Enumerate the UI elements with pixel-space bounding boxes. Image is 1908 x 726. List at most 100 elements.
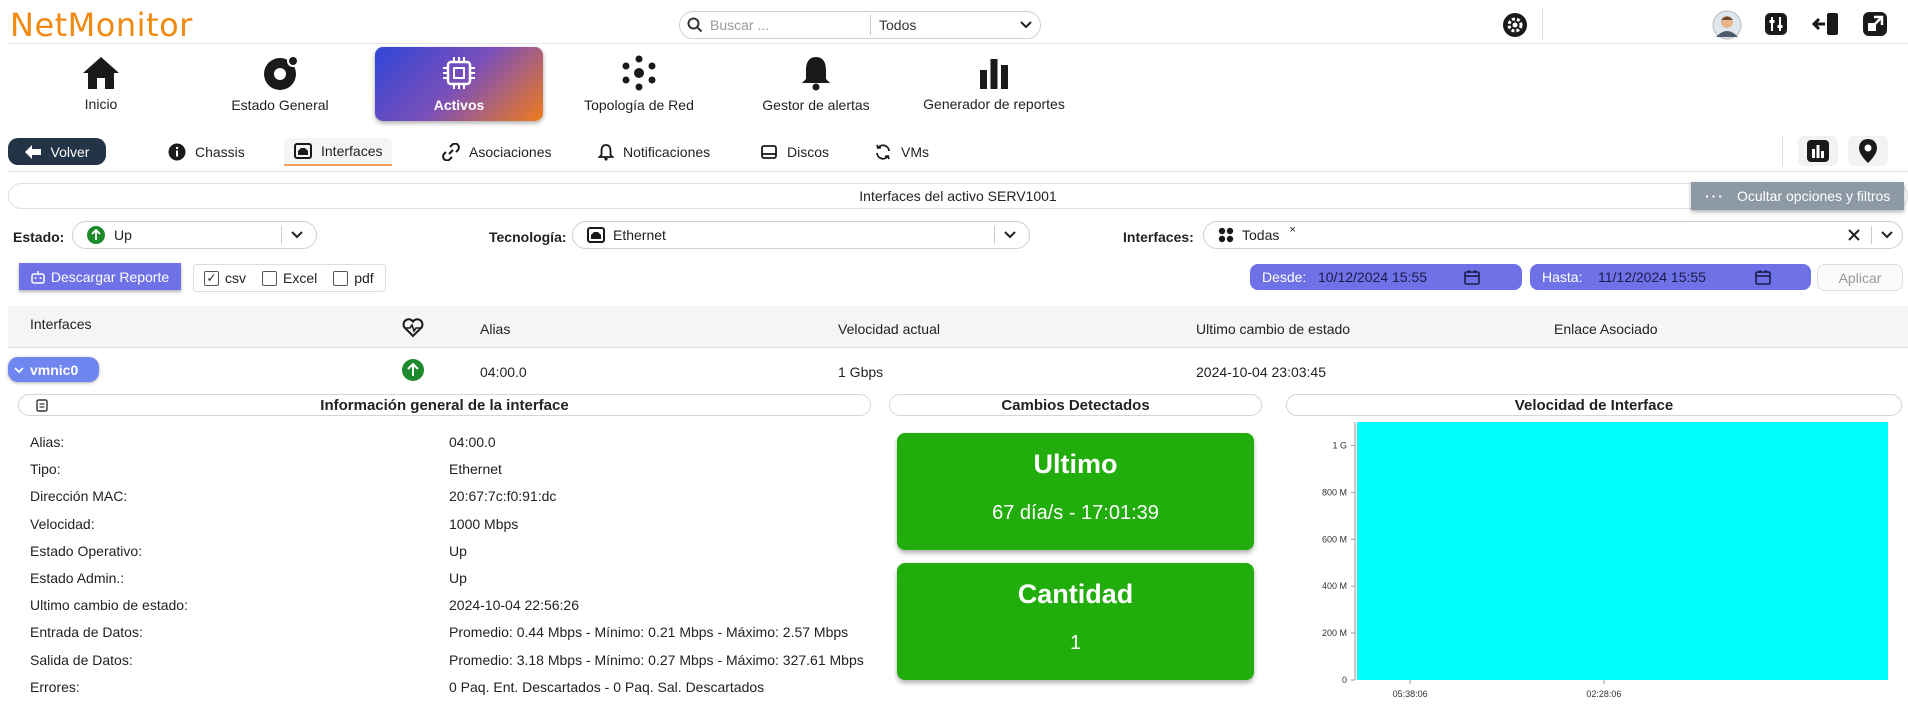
dashboard-icon — [264, 55, 299, 90]
chevron-down-icon[interactable] — [1012, 20, 1040, 30]
info-value: Ethernet — [449, 461, 502, 478]
download-report-button[interactable]: Descargar Reporte — [19, 263, 181, 290]
disk-icon — [761, 145, 777, 159]
bar-chart-icon — [980, 59, 1008, 89]
y-tick-label: 400 M — [1322, 581, 1347, 591]
equalizer-icon[interactable] — [1764, 12, 1788, 36]
x-tick-label: 02:28:06 — [1586, 689, 1621, 699]
robot-icon — [31, 270, 45, 284]
tab-discos[interactable]: Discos — [760, 138, 829, 166]
speed-chart: 0 200 M 400 M 600 M 800 M 1 G 05:38:06 02:28:06 — [1322, 422, 1888, 699]
apply-button[interactable]: Aplicar — [1817, 264, 1903, 291]
tecnologia-label: Tecnología: — [489, 229, 567, 245]
nav-inicio[interactable]: Inicio — [30, 48, 172, 120]
home-icon — [83, 57, 119, 89]
chip-icon — [443, 57, 475, 89]
toggle-filters-button[interactable]: ··· Ocultar opciones y filtros — [1691, 182, 1904, 210]
chevron-down-icon[interactable] — [281, 226, 316, 244]
row-alias: 04:00.0 — [480, 364, 527, 380]
nav-activos[interactable]: Activos — [375, 47, 543, 121]
location-button[interactable] — [1848, 136, 1888, 166]
estado-label: Estado: — [13, 229, 65, 245]
nav-topologia[interactable]: Topología de Red — [568, 48, 710, 120]
app-logo: NetMonitor — [10, 6, 193, 44]
info-value: Up — [449, 542, 467, 559]
col-alias[interactable]: Alias — [480, 321, 510, 337]
nav-label: Estado General — [231, 97, 329, 113]
clear-icon[interactable] — [1847, 228, 1861, 242]
search-input[interactable]: Buscar ... — [710, 17, 870, 33]
col-speed[interactable]: Velocidad actual — [838, 321, 940, 337]
csv-checkbox[interactable]: ✓ — [204, 270, 219, 286]
nav-label: Topología de Red — [584, 97, 694, 113]
info-key: Entrada de Datos: — [30, 624, 143, 641]
hasta-date-field[interactable]: Hasta: 11/12/2024 15:55 — [1530, 264, 1811, 290]
calendar-icon[interactable] — [1755, 269, 1771, 285]
col-last-change[interactable]: Ultimo cambio de estado — [1196, 321, 1350, 337]
excel-checkbox[interactable] — [262, 270, 277, 286]
network-icon — [622, 55, 656, 91]
nav-generador-reportes[interactable]: Generador de reportes — [918, 48, 1070, 120]
info-key: Salida de Datos: — [30, 651, 133, 668]
tecnologia-select[interactable]: Ethernet — [572, 221, 1030, 249]
interfaces-label: Interfaces: — [1123, 229, 1194, 245]
chevron-down-icon[interactable] — [994, 226, 1029, 244]
format-options: ✓ csv Excel pdf — [193, 264, 386, 292]
refresh-icon — [876, 144, 890, 160]
link-icon — [442, 143, 460, 161]
pdf-checkbox[interactable] — [333, 270, 349, 286]
search-scope-select[interactable]: Todos — [879, 17, 1012, 33]
tab-asociaciones[interactable]: Asociaciones — [442, 138, 552, 166]
tab-vms[interactable]: VMs — [874, 138, 929, 166]
y-tick-label: 800 M — [1322, 487, 1347, 497]
info-value: Promedio: 0.44 Mbps - Mínimo: 0.21 Mbps … — [449, 624, 849, 641]
info-key: Estado Operativo: — [30, 542, 143, 559]
expand-row-button[interactable]: vmnic0 — [8, 357, 99, 382]
estado-select[interactable]: Up — [72, 221, 317, 249]
page-title: Interfaces del activo SERV1001 — [8, 183, 1908, 209]
tab-chassis[interactable]: Chassis — [168, 138, 245, 166]
calendar-icon[interactable] — [1464, 269, 1480, 285]
row-speed: 1 Gbps — [838, 364, 884, 380]
back-button[interactable]: Volver — [8, 138, 106, 165]
external-link-icon[interactable] — [1862, 11, 1888, 37]
stats-view-button[interactable] — [1798, 136, 1838, 166]
nav-gestor-alertas[interactable]: Gestor de alertas — [745, 48, 887, 120]
nav-estado-general[interactable]: Estado General — [209, 48, 351, 120]
change-count-card: Cantidad 1 — [897, 563, 1254, 680]
info-key: Estado Admin.: — [30, 570, 125, 586]
status-up-icon — [402, 359, 424, 381]
location-pin-icon — [1859, 139, 1877, 163]
chart-panel-title: Velocidad de Interface — [1286, 394, 1902, 416]
logout-icon[interactable] — [1812, 11, 1840, 37]
y-tick-label: 600 M — [1322, 534, 1347, 544]
clipboard-icon — [36, 399, 48, 412]
info-value: 20:67:7c:f0:91:dc — [449, 488, 557, 505]
arrow-left-icon — [24, 144, 41, 159]
col-interface[interactable]: Interfaces — [30, 316, 91, 332]
nav-label: Generador de reportes — [923, 96, 1065, 112]
tab-interfaces[interactable]: Interfaces — [284, 138, 393, 166]
user-avatar[interactable] — [1712, 10, 1742, 40]
gear-icon[interactable] — [1502, 12, 1528, 38]
changes-panel-title: Cambios Detectados — [889, 394, 1262, 416]
y-tick-label: 1 G — [1332, 440, 1347, 450]
info-value: 0 Paq. Ent. Descartados - 0 Paq. Sal. De… — [449, 678, 765, 695]
info-key: Tipo: — [30, 461, 61, 478]
y-tick-label: 0 — [1342, 675, 1347, 685]
info-value: 2024-10-04 22:56:26 — [449, 597, 579, 614]
x-tick-label: 05:38:06 — [1393, 689, 1428, 699]
info-icon — [168, 143, 186, 161]
speed-area-series — [1357, 422, 1888, 680]
interfaces-select[interactable]: Todas × — [1203, 221, 1903, 249]
bar-chart-icon — [1807, 140, 1829, 162]
desde-date-field[interactable]: Desde: 10/12/2024 15:55 — [1250, 264, 1522, 290]
tab-notificaciones[interactable]: Notificaciones — [598, 138, 710, 166]
info-key: Dirección MAC: — [30, 488, 128, 505]
col-link[interactable]: Enlace Asociado — [1554, 321, 1658, 337]
info-key: Errores: — [30, 678, 80, 695]
chevron-down-icon[interactable] — [1880, 230, 1894, 240]
arrow-up-icon — [87, 226, 105, 244]
global-search[interactable]: Buscar ... Todos — [679, 11, 1041, 39]
remove-tag-icon[interactable]: × — [1289, 224, 1295, 236]
